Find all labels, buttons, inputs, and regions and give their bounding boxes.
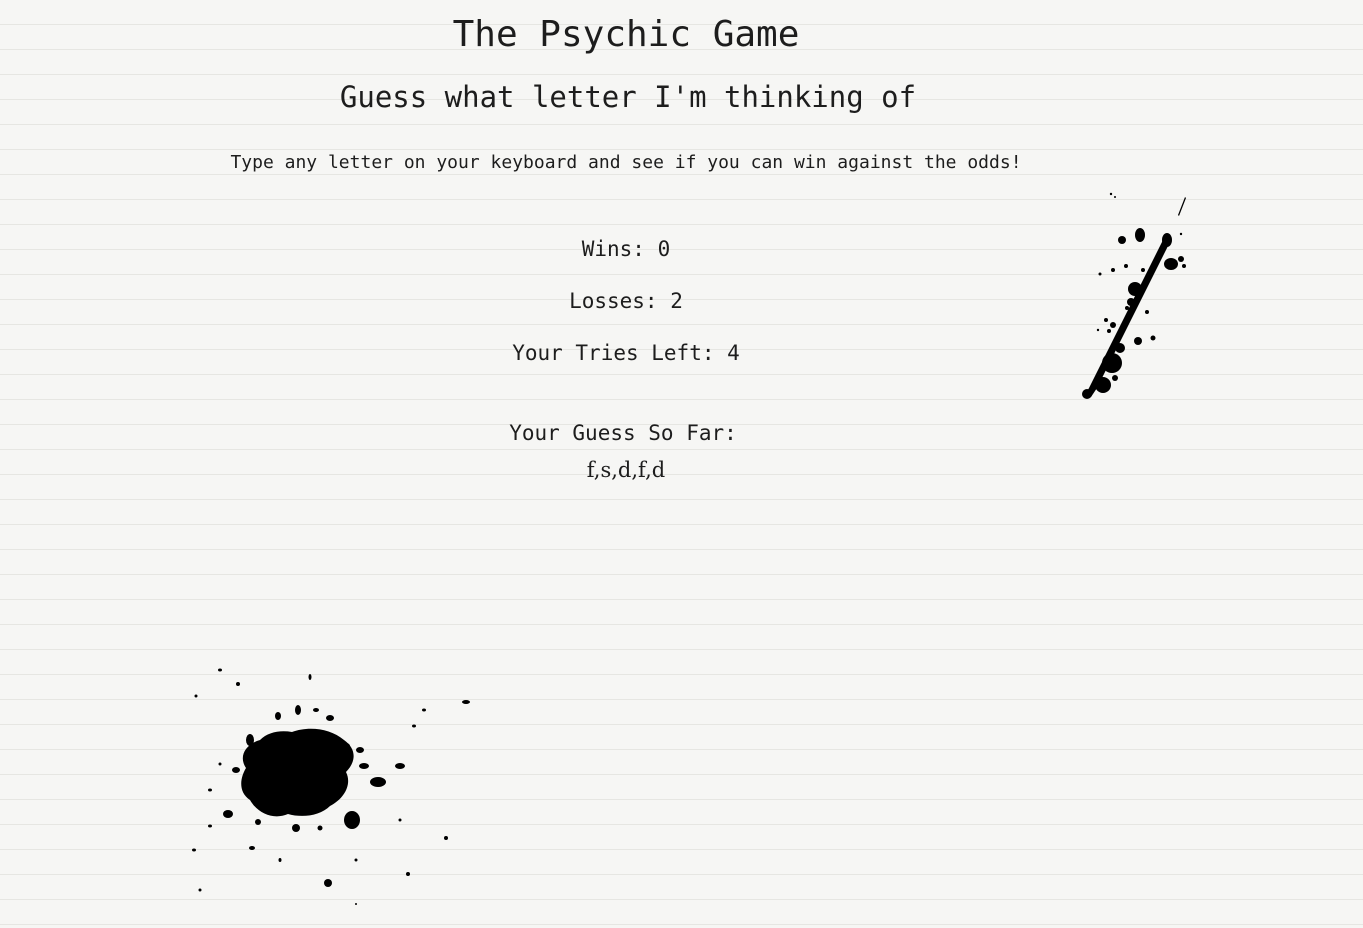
wins-label: Wins: bbox=[581, 237, 645, 261]
ink-splatter-streak-icon bbox=[1082, 192, 1186, 399]
guesses-label: Your Guess So Far: bbox=[509, 421, 737, 445]
page-subtitle: Guess what letter I'm thinking of bbox=[339, 80, 917, 114]
instructions-text: Type any letter on your keyboard and see… bbox=[230, 152, 1022, 173]
tries-left-label: Your Tries Left: bbox=[512, 341, 715, 365]
tries-left-stat: Your Tries Left: 4 bbox=[0, 341, 1252, 365]
wins-value: 0 bbox=[657, 237, 671, 261]
guesses-list: f,s,d,f,d bbox=[586, 458, 666, 482]
losses-stat: Losses: 2 bbox=[0, 289, 1252, 313]
wins-stat: Wins: 0 bbox=[0, 237, 1252, 261]
page-title: The Psychic Game bbox=[452, 14, 800, 55]
tries-left-value: 4 bbox=[727, 341, 740, 365]
losses-value: 2 bbox=[670, 289, 683, 313]
losses-label: Losses: bbox=[569, 289, 658, 313]
ink-splatter-blot-icon bbox=[192, 668, 470, 905]
